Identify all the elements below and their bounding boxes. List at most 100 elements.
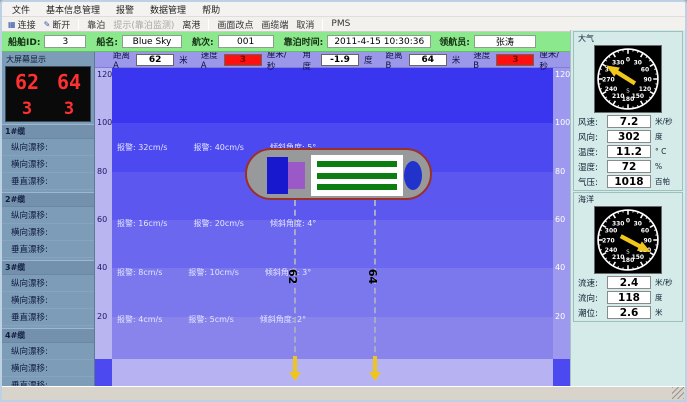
- ship-id-label: 船舶ID:: [8, 35, 40, 48]
- alarm-speed-b: 报警: 10cm/s: [188, 267, 238, 278]
- svg-text:300: 300: [605, 227, 617, 234]
- cancel-button[interactable]: 取消: [296, 18, 314, 31]
- current-direction-label: 流向:: [576, 292, 607, 304]
- svg-text:330: 330: [612, 220, 624, 227]
- berth-time-label: 靠泊时间:: [284, 35, 324, 48]
- alarm-speed-b: 报警: 5cm/s: [188, 314, 233, 325]
- current-speed-value: 2.4: [607, 276, 651, 289]
- connect-button[interactable]: ▦ 连接: [8, 18, 36, 31]
- cable-2-longitudinal-drift: 纵向漂移:: [2, 207, 94, 224]
- wind-speed-row: 风速: 7.2 米/秒: [576, 115, 680, 128]
- temperature-label: 温度:: [576, 146, 607, 158]
- svg-text:270: 270: [602, 237, 614, 244]
- cable-end-button[interactable]: 画缆端: [261, 18, 288, 31]
- cable-4-longitudinal-drift: 纵向漂移:: [2, 343, 94, 360]
- ship-id-input[interactable]: 3: [44, 35, 86, 48]
- menu-basic-info[interactable]: 基本信息管理: [46, 3, 100, 16]
- ocean-groupbox: 海洋 0306090120150180210240270300330S 流速: …: [573, 192, 683, 322]
- depth-band: [112, 68, 553, 123]
- pms-button[interactable]: PMS: [331, 19, 350, 29]
- menu-file[interactable]: 文件: [12, 3, 30, 16]
- alarm-speed-a: 报警: 32cm/s: [117, 142, 167, 153]
- tick-label: 80: [555, 167, 565, 176]
- disconnect-button[interactable]: ✎ 断开: [44, 18, 71, 31]
- current-compass: 0306090120150180210240270300330S: [594, 206, 662, 274]
- weather-groupbox: 大气 0306090120150180210240270300330S 风速: …: [573, 31, 683, 191]
- svg-text:30: 30: [634, 220, 642, 227]
- svg-text:30: 30: [634, 59, 642, 66]
- tick-label: 60: [555, 215, 565, 224]
- current-speed-unit: 米/秒: [651, 277, 673, 288]
- cable-group-4-header[interactable]: 4#缆: [2, 328, 94, 343]
- svg-text:0: 0: [626, 57, 630, 64]
- svg-text:90: 90: [643, 237, 651, 244]
- pilot-field: 领航员: 张涛: [439, 35, 536, 48]
- pressure-row: 气压: 1018 百帕: [576, 175, 680, 188]
- humidity-value: 72: [607, 160, 651, 173]
- svg-text:120: 120: [639, 86, 651, 93]
- tick-label: 80: [97, 167, 107, 176]
- cable-group-2-header[interactable]: 2#缆: [2, 192, 94, 207]
- voyage-field: 航次: 001: [192, 35, 274, 48]
- alarm-speed-a: 报警: 8cm/s: [117, 267, 162, 278]
- dock-strip: [112, 359, 553, 386]
- toolbar-separator: [322, 19, 323, 30]
- voyage-input[interactable]: 001: [218, 35, 274, 48]
- cable-1-vertical-drift: 垂直漂移:: [2, 173, 94, 190]
- disconnect-icon: ✎: [44, 20, 51, 29]
- pilot-input[interactable]: 张涛: [474, 35, 536, 48]
- wind-compass: 0306090120150180210240270300330S: [594, 45, 662, 113]
- distance-b-label: 距离B: [386, 52, 404, 71]
- alarm-speed-a: 报警: 16cm/s: [117, 218, 167, 229]
- ship-name-input[interactable]: Blue Sky: [122, 35, 182, 48]
- toolbar-separator: [78, 19, 79, 30]
- wind-direction-unit: 度: [651, 131, 663, 142]
- cable-2-lateral-drift: 横向漂移:: [2, 224, 94, 241]
- menu-help[interactable]: 帮助: [202, 3, 220, 16]
- menu-alarm[interactable]: 报警: [116, 3, 134, 16]
- humidity-unit: %: [651, 162, 662, 171]
- cable-3-longitudinal-drift: 纵向漂移:: [2, 275, 94, 292]
- ship-bow-block: [267, 157, 288, 194]
- speed-a-value: 3: [224, 54, 262, 66]
- alarm-thresholds-row-2: 报警: 16cm/s 报警: 20cm/s 倾斜角度: 4°: [117, 218, 316, 229]
- temperature-value: 11.2: [607, 145, 651, 158]
- screen-point-button[interactable]: 画面改点: [217, 18, 253, 31]
- menu-data[interactable]: 数据管理: [150, 3, 186, 16]
- cable-3-lateral-drift: 横向漂移:: [2, 292, 94, 309]
- app-window: 文件 基本信息管理 报警 数据管理 帮助 ▦ 连接 ✎ 断开 靠泊 提示(靠泊监…: [0, 0, 687, 402]
- ship-superstructure-block: [288, 162, 305, 189]
- alarm-speed-b: 报警: 40cm/s: [193, 142, 243, 153]
- ship-top-view[interactable]: [245, 148, 432, 200]
- tide-level-row: 潮位: 2.6 米: [576, 306, 680, 319]
- display-distance-b: 64: [57, 70, 81, 94]
- svg-text:210: 210: [612, 254, 624, 261]
- current-compass-gauge: 0306090120150180210240270300330S: [595, 207, 661, 273]
- distance-b-unit: 米: [452, 54, 461, 66]
- berth-time-input[interactable]: 2011-4-15 10:30:36: [327, 35, 431, 48]
- voyage-label: 航次:: [192, 35, 214, 48]
- departure-button[interactable]: 离港: [182, 18, 200, 31]
- berthing-button[interactable]: 靠泊: [87, 18, 105, 31]
- ship-info-bar: 船舶ID: 3 船名: Blue Sky 航次: 001 靠泊时间: 2011-…: [2, 32, 570, 52]
- cable-4-lateral-drift: 横向漂移:: [2, 360, 94, 377]
- resize-grip[interactable]: [672, 387, 684, 399]
- environment-panel: 大气 0306090120150180210240270300330S 风速: …: [570, 30, 685, 386]
- speed-b-unit: 厘米/秒: [539, 52, 562, 72]
- tide-level-label: 潮位:: [576, 307, 607, 319]
- distance-a-value: 62: [136, 54, 174, 66]
- speed-b-label: 速度B: [473, 52, 491, 71]
- wind-direction-value: 302: [607, 130, 651, 143]
- current-direction-unit: 度: [651, 292, 663, 303]
- berth-time-field: 靠泊时间: 2011-4-15 10:30:36: [284, 35, 432, 48]
- cable-group-1-header[interactable]: 1#缆: [2, 124, 94, 139]
- speed-b-value: 3: [496, 54, 534, 66]
- ruler-left: 120 100 80 60 40 20: [95, 68, 112, 359]
- wind-compass-gauge: 0306090120150180210240270300330S: [595, 46, 661, 112]
- svg-text:330: 330: [612, 59, 624, 66]
- speed-a-label: 速度A: [201, 52, 219, 71]
- berthing-monitor-hint-button: 提示(靠泊监测): [113, 18, 174, 31]
- cable-group-3-header[interactable]: 3#缆: [2, 260, 94, 275]
- cable-1-longitudinal-drift: 纵向漂移:: [2, 139, 94, 156]
- berthing-chart: 120 100 80 60 40 20 120 100 80 60 40 20 …: [95, 52, 570, 386]
